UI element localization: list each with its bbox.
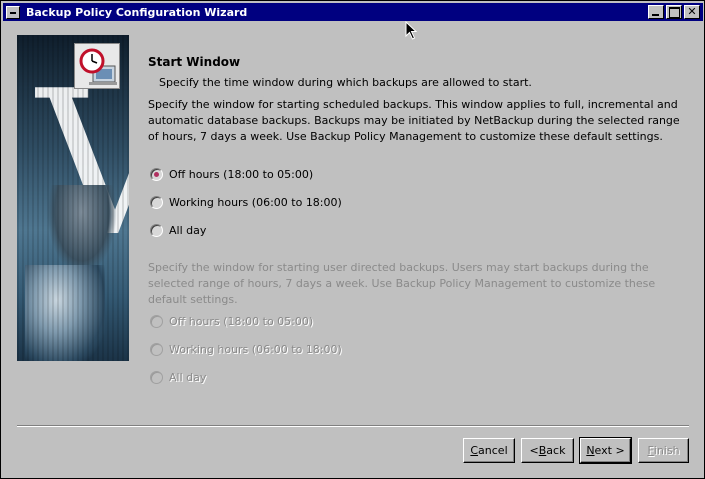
radio-label: All day [169,371,207,384]
scheduled-option-working-hours[interactable]: Working hours (06:00 to 18:00) [150,196,342,209]
button-separator [17,425,689,427]
window-controls: ✕ [648,5,700,19]
user-option-all-day: All day [150,371,206,384]
finish-button: Finish [638,438,689,463]
radio-button [150,371,163,384]
radio-label: Working hours (06:00 to 18:00) [169,196,342,209]
back-button[interactable]: < Back [521,438,574,463]
radio-label: Off hours (18:00 to 05:00) [169,168,314,181]
title-bar[interactable]: Backup Policy Configuration Wizard ✕ [3,3,703,21]
page-subtitle: Specify the time window during which bac… [159,76,532,89]
radio-button[interactable] [150,224,163,237]
radio-button [150,315,163,328]
window-title: Backup Policy Configuration Wizard [26,5,248,19]
next-button[interactable]: Next > [579,437,632,464]
radio-label: All day [169,224,207,237]
clock-computer-icon [74,43,120,89]
radio-label: Off hours (18:00 to 05:00) [169,315,314,328]
scheduled-option-off-hours[interactable]: Off hours (18:00 to 05:00) [150,168,313,181]
radio-label: Working hours (06:00 to 18:00) [169,343,342,356]
scheduled-backups-description: Specify the window for starting schedule… [148,98,680,143]
maximize-button[interactable] [666,5,682,19]
radio-button[interactable] [150,196,163,209]
close-button[interactable]: ✕ [684,5,700,19]
system-menu-icon[interactable] [6,5,20,19]
page-title: Start Window [148,55,241,69]
wizard-sidebar-image: V [17,35,129,361]
wizard-window: Backup Policy Configuration Wizard ✕ V S… [0,0,705,479]
scheduled-option-all-day[interactable]: All day [150,224,206,237]
user-option-off-hours: Off hours (18:00 to 05:00) [150,315,313,328]
cancel-button[interactable]: Cancel [463,438,515,463]
radio-button [150,343,163,356]
user-directed-description: Specify the window for starting user dir… [148,261,656,306]
minimize-button[interactable] [648,5,664,19]
close-icon: ✕ [687,5,697,18]
user-option-working-hours: Working hours (06:00 to 18:00) [150,343,342,356]
radio-button[interactable] [150,168,163,181]
